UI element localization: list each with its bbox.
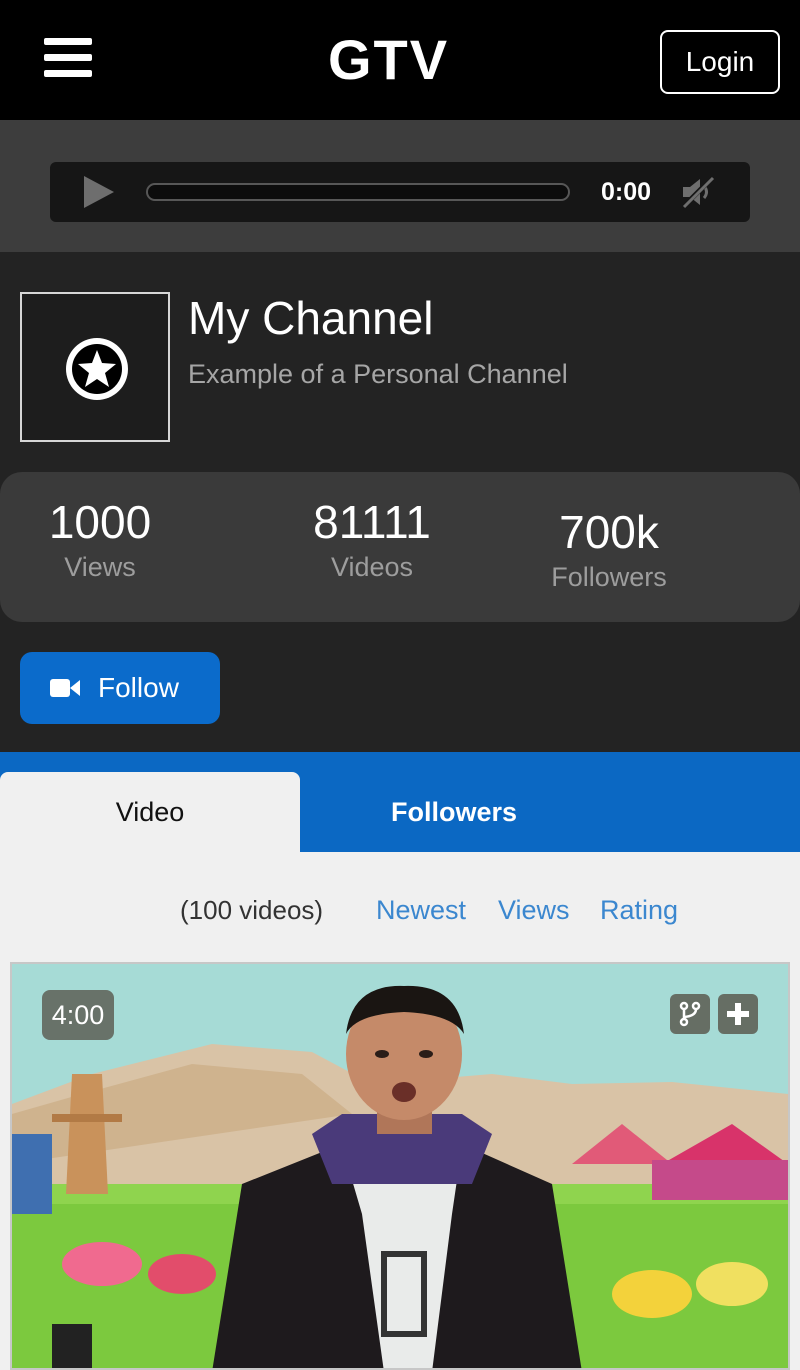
star-circle-icon — [66, 338, 128, 400]
audio-player: 0:00 — [50, 162, 750, 222]
channel-avatar[interactable] — [20, 292, 170, 442]
stat-label: Followers — [551, 562, 667, 592]
channel-header: My Channel Example of a Personal Channel… — [0, 252, 800, 752]
follow-label: Follow — [98, 672, 179, 703]
site-logo[interactable]: GTV — [328, 28, 468, 92]
channel-subtitle: Example of a Personal Channel — [188, 359, 568, 389]
stat-value: 81111 — [313, 496, 431, 548]
menu-bar — [44, 70, 92, 77]
sort-bar: (100 videos) Newest Views Rating — [0, 852, 800, 962]
video-camera-icon — [50, 679, 80, 697]
volume-muted-icon[interactable] — [680, 174, 716, 210]
menu-bar — [44, 38, 92, 45]
tab-video[interactable]: Video — [0, 772, 300, 852]
stat-followers: 700k Followers — [524, 504, 694, 594]
current-time: 0:00 — [600, 178, 652, 206]
sort-rating-link[interactable]: Rating — [600, 892, 686, 928]
stat-videos: 81111 Videos — [282, 494, 462, 584]
menu-bar — [44, 54, 92, 61]
fork-icon[interactable] — [670, 994, 710, 1034]
sort-newest-link[interactable]: Newest — [376, 892, 476, 928]
plus-icon[interactable] — [718, 994, 758, 1034]
video-duration: 4:00 — [42, 990, 114, 1040]
stat-label: Videos — [330, 552, 414, 582]
top-navbar: GTV Login — [0, 0, 800, 120]
stat-views: 1000 Views — [20, 494, 180, 584]
stat-label: Views — [64, 552, 136, 582]
video-count: (100 videos) — [180, 895, 324, 925]
video-thumbnail[interactable]: 4:00 — [10, 962, 790, 1370]
channel-stats: 1000 Views 81111 Videos 700k Followers — [0, 472, 800, 622]
sort-views-link[interactable]: Views — [498, 892, 578, 928]
follow-button[interactable]: Follow — [20, 652, 220, 724]
stat-value: 700k — [559, 506, 659, 558]
login-button[interactable]: Login — [660, 30, 780, 94]
seek-bar[interactable] — [146, 183, 570, 201]
stat-value: 1000 — [48, 496, 152, 548]
tab-followers[interactable]: Followers — [300, 772, 608, 852]
content-tabs: Video Followers — [0, 752, 800, 852]
menu-icon[interactable] — [44, 38, 92, 78]
play-icon[interactable] — [80, 174, 116, 210]
audio-player-section: 0:00 — [0, 120, 800, 252]
channel-title: My Channel — [188, 292, 434, 344]
